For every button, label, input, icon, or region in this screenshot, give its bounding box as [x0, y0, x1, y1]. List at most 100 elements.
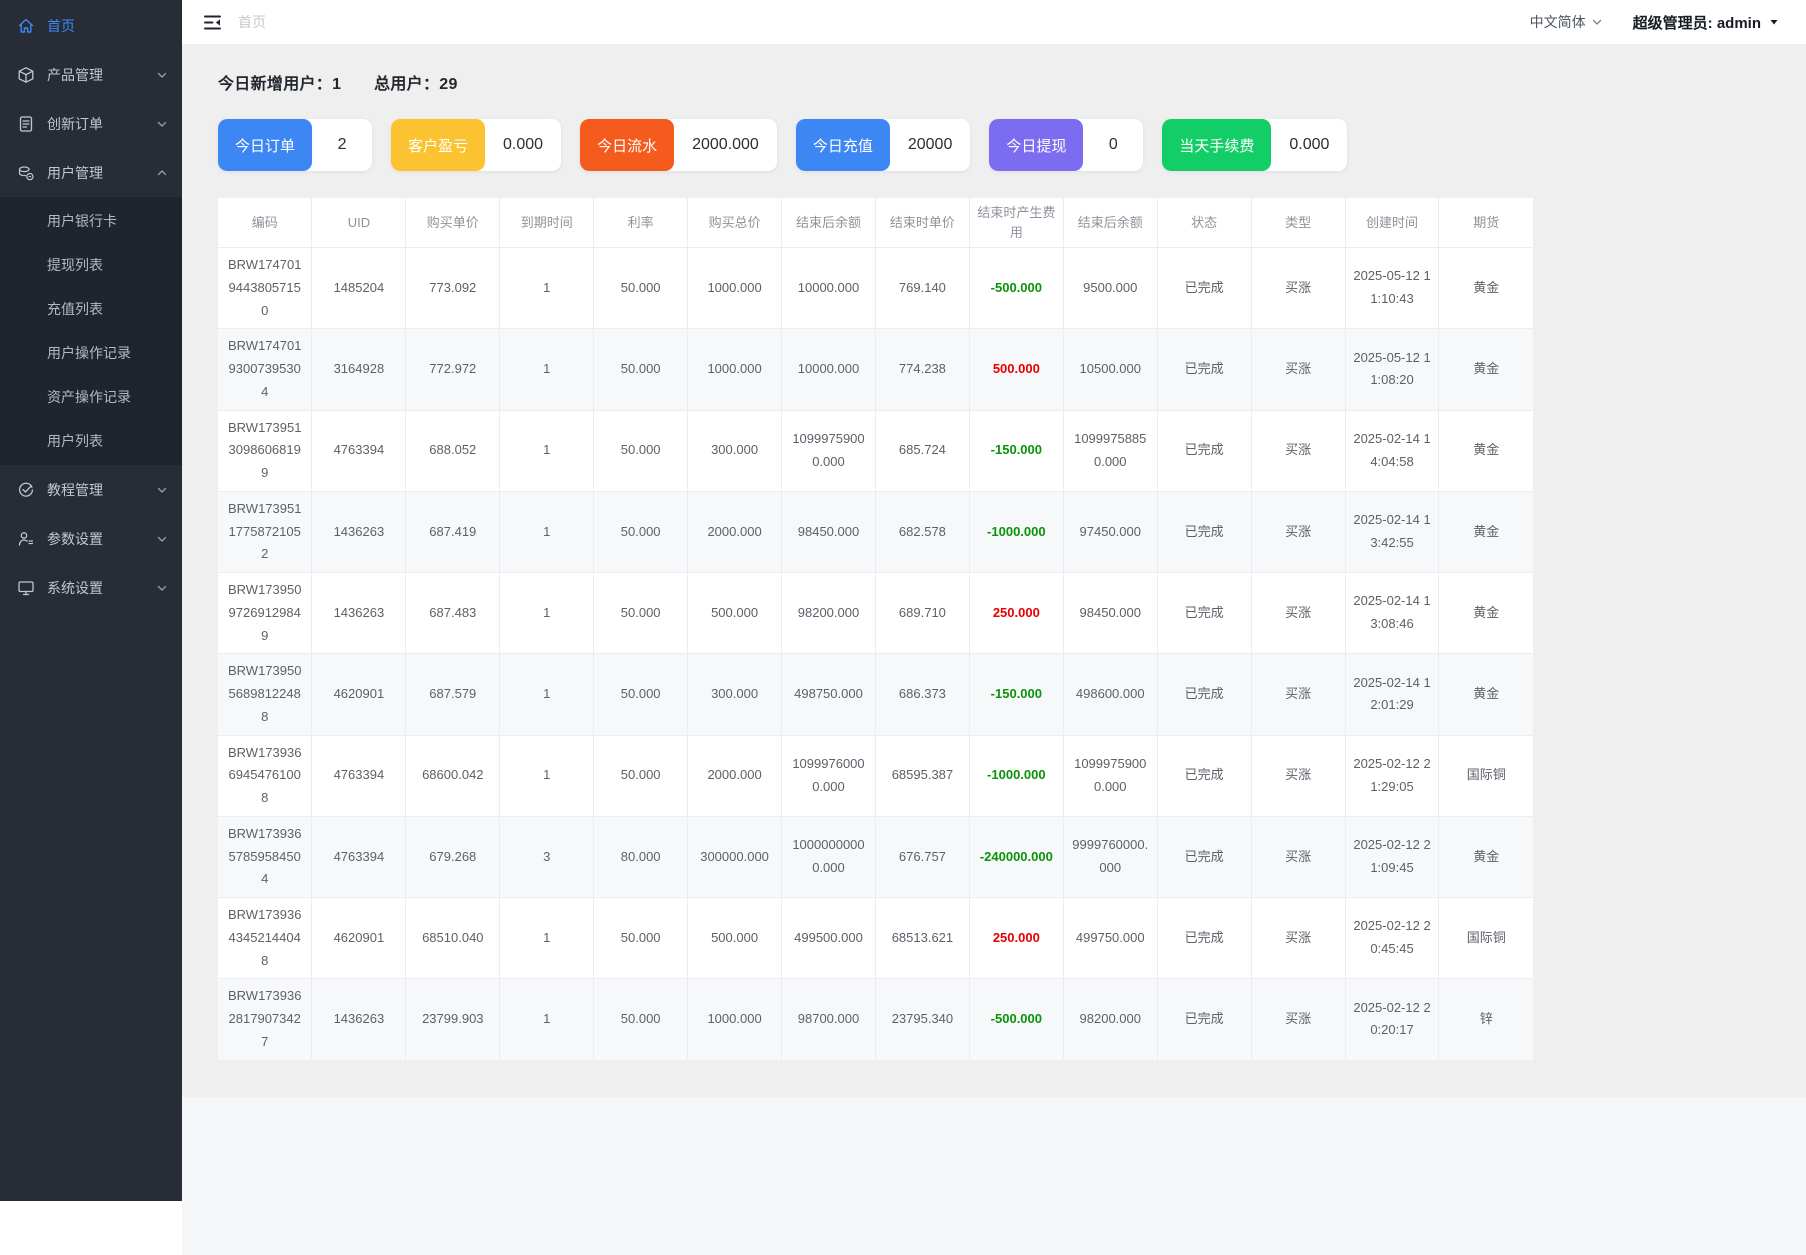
new-users-label: 今日新增用户： — [218, 76, 333, 93]
cell: 98200.000 — [781, 571, 876, 654]
cell: 50.000 — [593, 734, 689, 817]
sidebar-item-label: 首页 — [47, 17, 75, 34]
cell: 498600.000 — [1063, 653, 1158, 735]
stat-card-label: 客户盈亏 — [391, 119, 486, 171]
cell: 50.000 — [593, 896, 689, 979]
sidebar-item-label: 参数设置 — [47, 530, 103, 547]
column-header: 到期时间 — [499, 198, 595, 248]
cell: 10999759000.000 — [1063, 734, 1158, 817]
cell: 买涨 — [1251, 490, 1346, 573]
sidebar-item-tutorial-management[interactable]: 教程管理 — [0, 465, 182, 514]
fee-cell: -240000.000 — [969, 815, 1064, 898]
cell: 1 — [499, 246, 595, 329]
breadcrumb[interactable]: 首页 — [238, 12, 266, 32]
stat-card-value: 0.000 — [1289, 136, 1330, 153]
sidebar-item-user-management[interactable]: 用户管理 — [0, 148, 182, 197]
sidebar-subitem-user-operation-log[interactable]: 用户操作记录 — [0, 331, 182, 375]
system-icon — [17, 579, 35, 597]
cell: 已完成 — [1157, 896, 1252, 979]
sidebar-subitem-recharge-list[interactable]: 充值列表 — [0, 287, 182, 331]
cell: 50.000 — [593, 978, 689, 1060]
cell: 2025-02-12 20:20:17 — [1345, 978, 1440, 1060]
cell: 50.000 — [593, 409, 689, 492]
params-icon — [17, 530, 35, 548]
cell: 498750.000 — [781, 653, 876, 735]
cell: 774.238 — [875, 328, 970, 410]
cell: 300000.000 — [687, 815, 783, 898]
cell: 买涨 — [1251, 896, 1346, 979]
stat-cards: 今日订单 2 客户盈亏 0.000 今日流水 2000.000 今日充值 20000 今日提现 0… — [218, 119, 1770, 171]
chevron-down-icon — [156, 582, 168, 594]
sidebar-item-label: 教程管理 — [47, 481, 103, 498]
cell: 10999759000.000 — [781, 409, 876, 492]
column-header: 创建时间 — [1345, 198, 1440, 248]
stat-card-customer-pnl: 客户盈亏 0.000 — [391, 119, 562, 171]
cell: 1436263 — [311, 571, 407, 654]
cell: 黄金 — [1438, 490, 1533, 573]
cell: 686.373 — [875, 653, 970, 735]
cell: 买涨 — [1251, 409, 1346, 492]
cell: 已完成 — [1157, 653, 1252, 735]
cell: 买涨 — [1251, 571, 1346, 654]
stat-card-value: 0.000 — [503, 136, 544, 153]
sidebar-subitem-user-list[interactable]: 用户列表 — [0, 419, 182, 463]
cell: 10000000000.000 — [781, 815, 876, 898]
sidebar-collapse-icon[interactable] — [202, 12, 223, 33]
cell: 已完成 — [1157, 815, 1252, 898]
cell: 679.268 — [405, 815, 501, 898]
cell: 买涨 — [1251, 328, 1346, 410]
fee-cell: 250.000 — [969, 896, 1064, 979]
cell: 2025-02-12 21:29:05 — [1345, 734, 1440, 817]
cell: 10500.000 — [1063, 328, 1158, 410]
stat-card-value: 2000.000 — [692, 136, 759, 153]
user-label: 超级管理员: admin — [1632, 14, 1761, 32]
total-users-value: 29 — [439, 76, 458, 93]
sidebar-item-system-settings[interactable]: 系统设置 — [0, 563, 182, 612]
cell: 685.724 — [875, 409, 970, 492]
cell: 68510.040 — [405, 896, 501, 979]
fee-cell: -150.000 — [969, 653, 1064, 735]
stat-card-today-fees: 当天手续费 0.000 — [1162, 119, 1348, 171]
cell: 4620901 — [311, 653, 407, 735]
sidebar-item-product-management[interactable]: 产品管理 — [0, 50, 182, 99]
cell: 已完成 — [1157, 328, 1252, 410]
cell: 1 — [499, 571, 595, 654]
user-menu[interactable]: 超级管理员: admin — [1633, 12, 1780, 33]
stat-card-today-withdrawal: 今日提现 0 — [989, 119, 1144, 171]
cell: 已完成 — [1157, 978, 1252, 1060]
cell: BRW17393669454761008 — [218, 734, 313, 817]
cell: 锌 — [1438, 978, 1533, 1060]
sidebar-item-home[interactable]: 首页 — [0, 1, 182, 50]
cell: 2025-02-14 12:01:29 — [1345, 653, 1440, 735]
sidebar-subitem-asset-operation-log[interactable]: 资产操作记录 — [0, 375, 182, 419]
cell: 23795.340 — [875, 978, 970, 1060]
total-users-stat: 总用户：29 — [374, 76, 458, 93]
column-header: 期货 — [1438, 198, 1533, 248]
language-selector[interactable]: 中文简体 — [1530, 12, 1603, 32]
table-row: BRW17395097269129849 1436263 687.483 1 50.00… — [218, 571, 1533, 654]
sidebar-item-parameter-settings[interactable]: 参数设置 — [0, 514, 182, 563]
fee-cell: -500.000 — [969, 978, 1064, 1060]
cell: 10000.000 — [781, 328, 876, 410]
sidebar: 首页产品管理 创新订单 用户管理 用户银行卡 提现列表 充值列表 用户操作记录 资产操作记录用… — [0, 0, 182, 1201]
cell: 773.092 — [405, 246, 501, 329]
sidebar-subitem-withdrawal-list[interactable]: 提现列表 — [0, 243, 182, 287]
cell: 买涨 — [1251, 246, 1346, 329]
cell: 68513.621 — [875, 896, 970, 979]
orders-table-body: BRW17470194438057150 1485204 773.092 1 50.00… — [218, 246, 1533, 1060]
sidebar-item-innovation-orders[interactable]: 创新订单 — [0, 99, 182, 148]
cell: 1 — [499, 490, 595, 573]
cell: 已完成 — [1157, 246, 1252, 329]
cell: 9999760000.000 — [1063, 815, 1158, 898]
cell: 1 — [499, 409, 595, 492]
users-icon — [17, 164, 35, 182]
cell: 98200.000 — [1063, 978, 1158, 1060]
cell: BRW17470193007395304 — [218, 328, 313, 410]
cell: 4763394 — [311, 734, 407, 817]
cell: 689.710 — [875, 571, 970, 654]
cell: 50.000 — [593, 571, 689, 654]
sidebar-subitem-user-bank-cards[interactable]: 用户银行卡 — [0, 199, 182, 243]
stat-card-label: 今日订单 — [218, 119, 313, 171]
tutorial-icon — [17, 481, 35, 499]
chevron-down-icon — [1591, 16, 1603, 28]
